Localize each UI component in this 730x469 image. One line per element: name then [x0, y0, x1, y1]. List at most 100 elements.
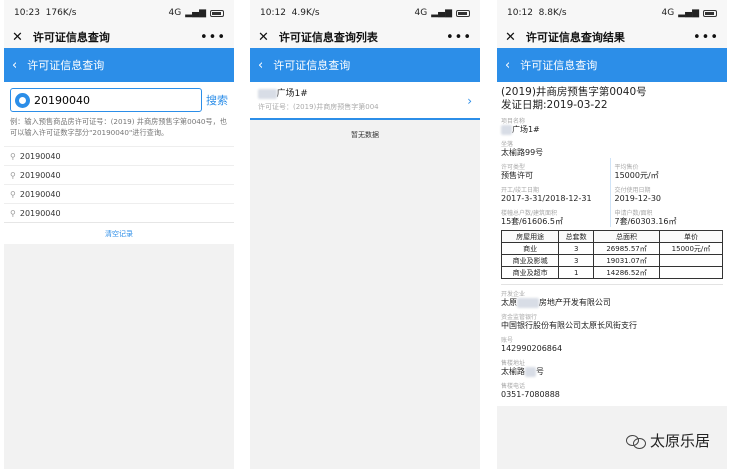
- redacted-text: XXX: [258, 89, 277, 99]
- back-icon[interactable]: ‹: [258, 58, 263, 73]
- wechat-titlebar: ✕ 许可证信息查询 •••: [4, 26, 234, 48]
- field-label: 账号: [501, 337, 514, 344]
- history-item[interactable]: ⚲ 20190040: [4, 165, 234, 184]
- table-cell: 商业及超市: [500, 266, 560, 279]
- table-cell: 3: [558, 254, 595, 267]
- average-price: 15000元/㎡: [614, 171, 659, 180]
- app-logo-icon: [15, 92, 30, 108]
- table-cell: 1: [558, 266, 595, 279]
- field-label: 楼幢总户数/建筑面积: [501, 210, 558, 217]
- applied-units-area: 7套/60303.16㎡: [614, 217, 677, 226]
- search-row: 20190040 搜索: [4, 82, 234, 116]
- field-label: 售楼地址: [501, 360, 526, 367]
- table-header: 总套数: [558, 230, 595, 243]
- delivery-date: 2019-12-30: [614, 194, 662, 203]
- history-text: 20190040: [19, 189, 61, 199]
- status-bar: 10:12 8.8K/s 4G ▂▄▆: [497, 0, 727, 26]
- status-time: 10:23: [14, 8, 40, 18]
- page-title: 许可证信息查询列表: [278, 31, 378, 44]
- phone-list: 10:12 4.9K/s 4G ▂▄▆ ✕ 许可证信息查询列表 ••• ‹ 许可证…: [250, 0, 480, 469]
- app-header: ‹ 许可证信息查询: [497, 48, 727, 82]
- escrow-bank: 中国银行股份有限公司太原长风街支行: [501, 321, 637, 330]
- sales-address-suffix: 号: [535, 367, 544, 376]
- app-title: 许可证信息查询: [520, 59, 598, 72]
- table-cell: 15000元/㎡: [658, 242, 724, 255]
- account-number: 142990206864: [501, 344, 563, 353]
- chevron-right-icon: ›: [467, 94, 472, 108]
- field-label: 开发企业: [501, 291, 526, 298]
- total-units-area: 15套/61606.5㎡: [501, 217, 563, 226]
- search-button[interactable]: 搜索: [206, 92, 228, 108]
- table-cell: [658, 254, 724, 267]
- redacted-text: XX: [501, 125, 512, 135]
- history-text: 20190040: [19, 151, 61, 161]
- table-cell: 商业: [500, 242, 560, 255]
- search-value: 20190040: [34, 93, 90, 107]
- more-icon[interactable]: •••: [446, 30, 472, 45]
- history-text: 20190040: [19, 170, 61, 180]
- table-cell: 14286.52㎡: [593, 266, 660, 279]
- app-title: 许可证信息查询: [27, 59, 105, 72]
- close-icon[interactable]: ✕: [12, 30, 23, 45]
- back-icon[interactable]: ‹: [12, 58, 17, 73]
- back-icon[interactable]: ‹: [505, 58, 510, 73]
- field-label: 申请户数/面积: [614, 210, 653, 217]
- clear-history-button[interactable]: 清空记录: [4, 222, 234, 244]
- history-text: 20190040: [19, 208, 61, 218]
- search-input[interactable]: 20190040: [10, 88, 202, 112]
- table-header: 房屋用途: [500, 230, 560, 243]
- field-label: 资金监管银行: [501, 314, 538, 321]
- history-item[interactable]: ⚲ 20190040: [4, 203, 234, 222]
- wechat-titlebar: ✕ 许可证信息查询结果 •••: [497, 26, 727, 48]
- permit-type: 预售许可: [501, 171, 533, 180]
- page-title: 许可证信息查询: [32, 31, 110, 44]
- license-number: (2019)井商房预售字第0040号: [501, 86, 647, 98]
- search-icon: ⚲: [10, 151, 16, 161]
- table-cell: 3: [558, 242, 595, 255]
- history-list: ⚲ 20190040 ⚲ 20190040 ⚲ 20190040 ⚲ 20190040: [4, 146, 234, 222]
- field-label: 平均售价: [614, 164, 639, 171]
- status-time: 10:12: [260, 8, 286, 18]
- table-header: 单价: [658, 230, 724, 243]
- battery-icon: [703, 9, 717, 17]
- more-icon[interactable]: •••: [200, 30, 226, 45]
- field-label: 坐落: [501, 141, 514, 148]
- start-end-dates: 2017-3-31/2018-12-31: [501, 194, 592, 203]
- project-name: 广场1#: [511, 125, 540, 134]
- app-header: ‹ 许可证信息查询: [250, 48, 480, 82]
- search-hint: 例：输入预售商品房许可证号：(2019) 井商房预售字第0040号，也可以输入许…: [4, 116, 234, 146]
- more-icon[interactable]: •••: [693, 30, 719, 45]
- table-row: 商业 3 26985.57㎡ 15000元/㎡: [500, 242, 724, 255]
- close-icon[interactable]: ✕: [505, 30, 516, 45]
- network-icon: 4G: [168, 8, 182, 18]
- close-icon[interactable]: ✕: [258, 30, 269, 45]
- history-item[interactable]: ⚲ 20190040: [4, 146, 234, 165]
- signal-icon: ▂▄▆: [431, 8, 452, 18]
- network-icon: 4G: [661, 8, 675, 18]
- table-header-row: 房屋用途 总套数 总面积 单价: [500, 230, 724, 243]
- table-cell: [658, 266, 724, 279]
- field-label: 项目名称: [501, 118, 526, 125]
- result-list-item[interactable]: XXX广场1# 许可证号：(2019)井商房预售字第004 ›: [250, 82, 480, 120]
- wechat-titlebar: ✕ 许可证信息查询列表 •••: [250, 26, 480, 48]
- no-data-text: 暂无数据: [351, 131, 379, 139]
- table-cell: 19031.07㎡: [593, 254, 660, 267]
- search-icon: ⚲: [10, 170, 16, 180]
- battery-icon: [210, 9, 224, 17]
- app-header: ‹ 许可证信息查询: [4, 48, 234, 82]
- redacted-text: XX: [525, 367, 536, 377]
- history-item[interactable]: ⚲ 20190040: [4, 184, 234, 203]
- status-speed: 4.9K/s: [291, 8, 320, 18]
- signal-icon: ▂▄▆: [678, 8, 699, 18]
- result-sub: (2019)井商房预售字第004: [293, 103, 379, 111]
- phone-search: 10:23 176K/s 4G ▂▄▆ ✕ 许可证信息查询 ••• ‹ 许可证信息…: [4, 0, 234, 469]
- sales-address-prefix: 太榆路: [501, 367, 525, 376]
- network-icon: 4G: [414, 8, 428, 18]
- redacted-text: XXXX: [517, 298, 539, 308]
- status-bar: 10:23 176K/s 4G ▂▄▆: [4, 0, 234, 26]
- table-row: 商业及影城 3 19031.07㎡: [500, 254, 724, 267]
- search-icon: ⚲: [10, 208, 16, 218]
- location: 太榆路99号: [501, 148, 544, 157]
- signal-icon: ▂▄▆: [185, 8, 206, 18]
- table-row: 商业及超市 1 14286.52㎡: [500, 266, 724, 279]
